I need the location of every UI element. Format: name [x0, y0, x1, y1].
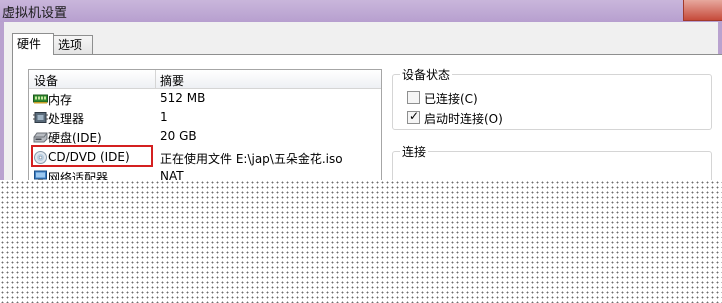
hardware-tab-panel: 设备 摘要 内存 512 MB 处理器 1 硬盘(IDE) 20 GB CD/D… [12, 54, 722, 213]
device-name: 处理器 [48, 112, 85, 126]
connect-at-power-on-label[interactable]: 启动时连接(O) [424, 110, 503, 127]
connection-legend: 连接 [400, 143, 429, 160]
device-row-hard-disk[interactable]: 硬盘(IDE) 20 GB [29, 127, 381, 146]
device-name: 内存 [48, 93, 73, 107]
connected-label[interactable]: 已连接(C) [424, 90, 478, 107]
column-header-device[interactable]: 设备 [34, 72, 58, 89]
dotted-overlay [0, 180, 722, 303]
device-name: CD/DVD (IDE) [48, 150, 130, 164]
device-status-group: 设备状态 已连接(C) 启动时连接(O) [392, 66, 712, 130]
device-summary: 正在使用文件 E:\jap\五朵金花.iso [160, 152, 343, 166]
memory-icon [33, 94, 48, 104]
device-name: 硬盘(IDE) [48, 131, 102, 145]
device-list-header: 设备 摘要 [29, 70, 381, 89]
device-row-memory[interactable]: 内存 512 MB [29, 89, 381, 108]
cd-dvd-icon [34, 151, 47, 164]
device-summary: 1 [160, 110, 168, 124]
title-bar[interactable]: 虚拟机设置 [0, 0, 722, 22]
connect-at-power-on-checkbox[interactable] [407, 109, 420, 124]
device-row-processor[interactable]: 处理器 1 [29, 108, 381, 127]
connected-checkbox[interactable] [407, 91, 420, 104]
processor-icon [33, 112, 48, 123]
hard-disk-icon [33, 132, 48, 143]
device-list[interactable]: 设备 摘要 内存 512 MB 处理器 1 硬盘(IDE) 20 GB CD/D… [28, 69, 382, 191]
column-header-summary[interactable]: 摘要 [160, 72, 184, 89]
window-title: 虚拟机设置 [2, 6, 68, 21]
device-summary: 512 MB [160, 91, 206, 105]
tab-hardware[interactable]: 硬件 [12, 33, 54, 55]
device-summary: 20 GB [160, 129, 197, 143]
device-status-legend: 设备状态 [400, 66, 453, 83]
dialog-client-area: 硬件 选项 设备 摘要 内存 512 MB 处理器 1 硬盘(IDE) 20 G… [4, 22, 722, 213]
tab-options[interactable]: 选项 [53, 35, 93, 54]
close-icon[interactable] [683, 0, 722, 21]
column-separator[interactable] [155, 70, 156, 88]
device-row-cd-dvd[interactable]: CD/DVD (IDE) 正在使用文件 E:\jap\五朵金花.iso [29, 145, 381, 167]
